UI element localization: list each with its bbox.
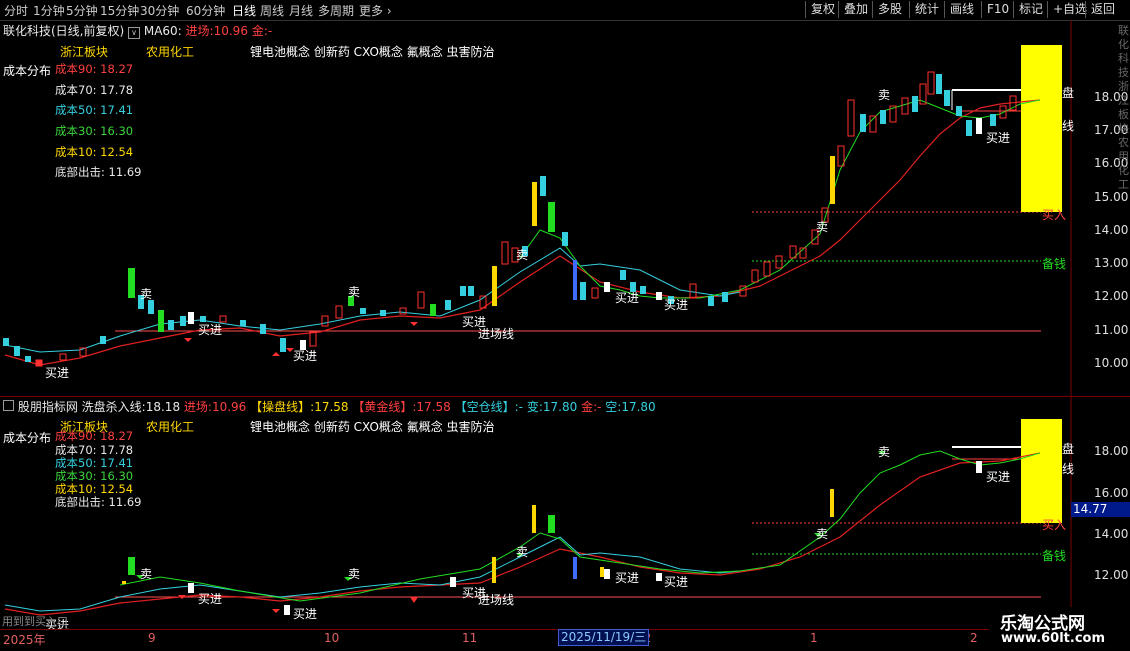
candles [3,71,1017,367]
period-tab-fenshi[interactable]: 分时 [4,2,28,19]
sub-signal-buy: 买进 [664,575,689,589]
date-label: 1 [810,631,818,645]
sub-entry-line-label: 进场线 [478,593,515,607]
overlay-button[interactable]: 叠加 [838,1,873,18]
crosshair-price-marker: 14.77 [1071,502,1130,517]
candlestick-chart[interactable] [0,20,1130,398]
sub-signal-sell: 卖 [140,567,153,581]
signal-sell: 卖 [140,287,153,301]
period-tab-60min[interactable]: 60分钟 [186,2,225,19]
adjust-button[interactable]: 复权 [805,1,840,18]
sub-signal-buy: 买进 [198,592,223,606]
entry-line-label: 进场线 [478,327,515,341]
up-arrow-icon [410,597,418,603]
period-tab-multi[interactable]: 多周期 [318,2,354,19]
sub-pan-label: 盘 [1062,442,1075,456]
signal-buy: 买进 [45,366,70,380]
sub-tick-label: 12.00 [1094,568,1129,582]
sub-signal-sell: 卖 [816,527,829,541]
yellow-band [1021,45,1062,212]
date-label: 10 [324,631,340,645]
time-axis [0,629,1071,651]
period-tab-daily[interactable]: 日线 [232,2,256,19]
period-tab-15min[interactable]: 15分钟 [100,2,139,19]
statistics-button[interactable]: 统计 [909,1,944,18]
sub-tick-label: 18.00 [1094,444,1129,458]
date-label: 11 [462,631,478,645]
sub-signal-buy: 买进 [986,470,1011,484]
signal-buy: 买进 [293,349,318,363]
chevron-right-icon: › [386,4,392,18]
sub-green-line [119,450,1041,602]
xian-label: 线 [1062,119,1075,133]
sub-reserve-label: 备钱 [1042,549,1067,563]
period-tab-monthly[interactable]: 月线 [289,2,313,19]
sub-signal-buy: 买进 [615,571,640,585]
signal-sell: 卖 [516,248,529,262]
back-button[interactable]: 返回 [1085,1,1120,18]
multi-stock-button[interactable]: 多股 [872,1,907,18]
sub-signal-sell: 卖 [516,545,529,559]
up-arrow-icon [184,338,192,342]
right-strip-text: 联化科技 浙江板块 农用化工 [1118,24,1129,191]
period-toolbar: 分时 1分钟 5分钟 15分钟 30分钟 60分钟 日线 周线 月线 多周期 更… [0,0,1130,21]
draw-line-button[interactable]: 画线 [944,1,979,18]
hint-text: 用到到买入口 [2,615,68,628]
up-arrow-icon [410,322,418,326]
period-tab-more[interactable]: 更多 › [359,2,392,19]
signal-sell: 卖 [348,285,361,299]
sub-tick-label: 16.00 [1094,486,1129,500]
signal-buy: 买进 [198,323,223,337]
sub-xian-label: 线 [1062,462,1075,476]
sub-yellow-band [1021,419,1062,523]
reserve-label: 备钱 [1042,257,1067,271]
signal-buy: 买进 [615,291,640,305]
sub-buy-in-label: 买入 [1042,518,1067,532]
date-label: 9 [148,631,156,645]
sub-red-line [4,452,1041,616]
period-tab-weekly[interactable]: 周线 [260,2,284,19]
f10-button[interactable]: F10 [981,1,1014,18]
sub-signal-buy: 买进 [293,607,318,621]
date-label: 2025年 [3,633,46,647]
crosshair-date-marker: 2025/11/19/三 [558,629,650,646]
watermark-url: www.60lt.com [1001,631,1106,646]
pan-label: 盘 [1062,86,1075,100]
period-tab-30min[interactable]: 30分钟 [140,2,179,19]
period-tab-5min[interactable]: 5分钟 [66,2,98,19]
buy-in-label: 买入 [1042,208,1067,222]
signal-buy: 买进 [986,131,1011,145]
period-tab-1min[interactable]: 1分钟 [33,2,65,19]
sub-tick-label: 14.00 [1094,527,1129,541]
signal-buy: 买进 [664,298,689,312]
signal-sell: 卖 [878,88,891,102]
sub-signal-sell: 卖 [878,445,891,459]
mark-button[interactable]: 标记 [1013,1,1048,18]
indicator-chart[interactable] [0,397,1130,629]
signal-sell: 卖 [816,220,829,234]
date-label: 2 [970,631,978,645]
sub-signal-sell: 卖 [348,567,361,581]
